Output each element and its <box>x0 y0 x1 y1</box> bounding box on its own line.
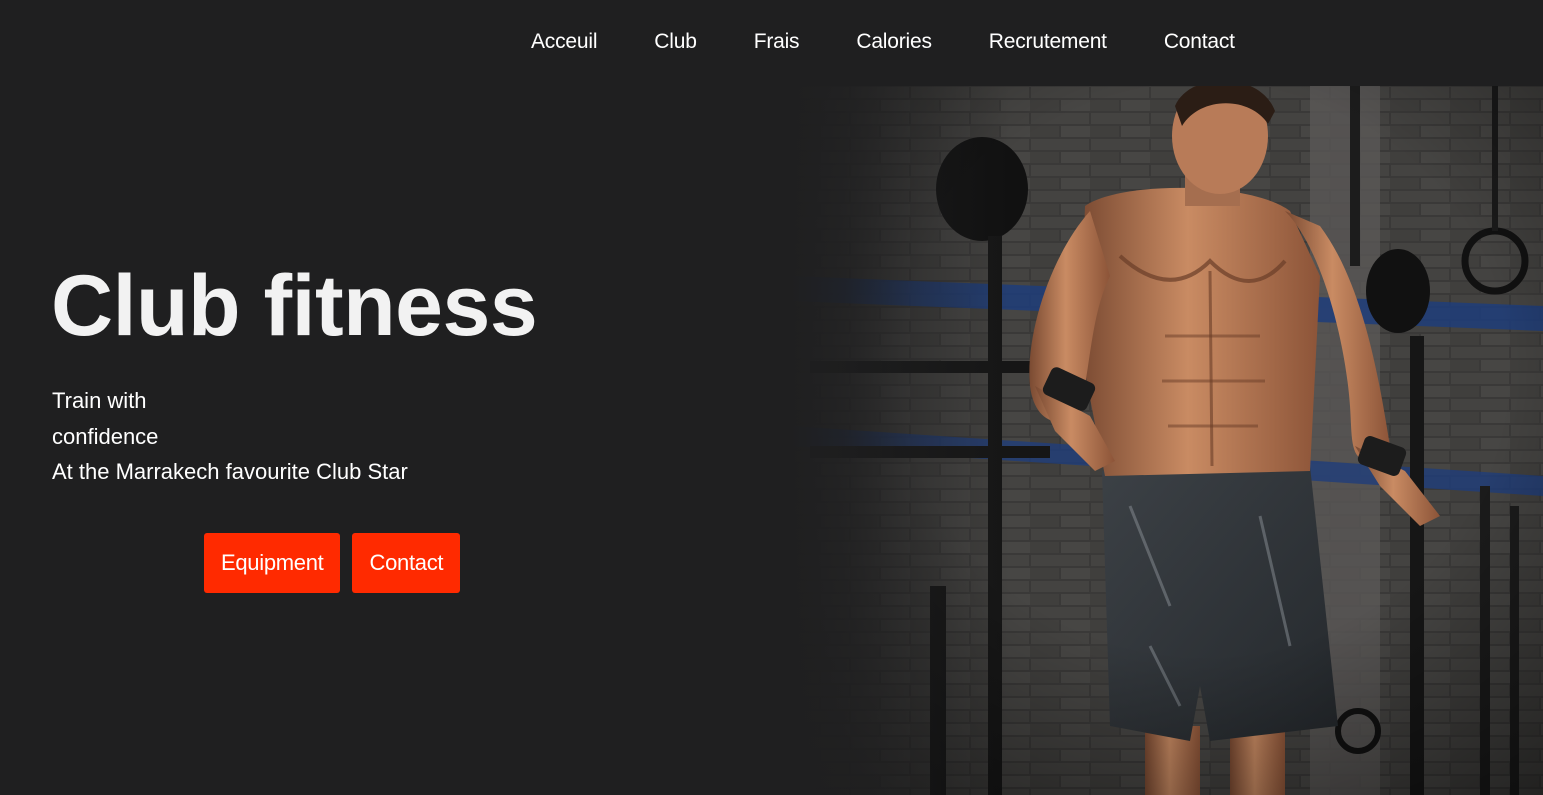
nav-link-contact[interactable]: Contact <box>1164 28 1235 56</box>
nav-item-acceuil: Acceuil <box>531 28 654 56</box>
nav-link-club[interactable]: Club <box>654 28 697 56</box>
hero-subtitle-line-3: At the Marrakech favourite Club Star <box>52 459 408 484</box>
nav-item-frais: Frais <box>754 28 857 56</box>
hero-athlete-image <box>790 86 1543 795</box>
nav-item-recrutement: Recrutement <box>989 28 1164 56</box>
hero-title: Club fitness <box>51 258 538 354</box>
nav-item-calories: Calories <box>856 28 988 56</box>
top-navigation: Acceuil Club Frais Calories Recrutement … <box>0 0 1543 86</box>
hero-subtitle-line-1: Train with <box>52 388 147 413</box>
nav-link-frais[interactable]: Frais <box>754 28 800 56</box>
nav-menu: Acceuil Club Frais Calories Recrutement … <box>531 28 1235 56</box>
nav-item-contact: Contact <box>1164 28 1235 56</box>
nav-link-recrutement[interactable]: Recrutement <box>989 28 1107 56</box>
hero-subtitle: Train with confidence At the Marrakech f… <box>52 383 408 490</box>
nav-item-club: Club <box>654 28 753 56</box>
equipment-button[interactable]: Equipment <box>204 533 341 593</box>
hero-subtitle-line-2: confidence <box>52 423 159 449</box>
contact-button[interactable]: Contact <box>352 533 461 593</box>
image-fade-overlay <box>790 86 1010 795</box>
nav-link-calories[interactable]: Calories <box>856 28 932 56</box>
hero-actions: Equipment Contact <box>204 533 461 593</box>
nav-link-acceuil[interactable]: Acceuil <box>531 28 597 56</box>
